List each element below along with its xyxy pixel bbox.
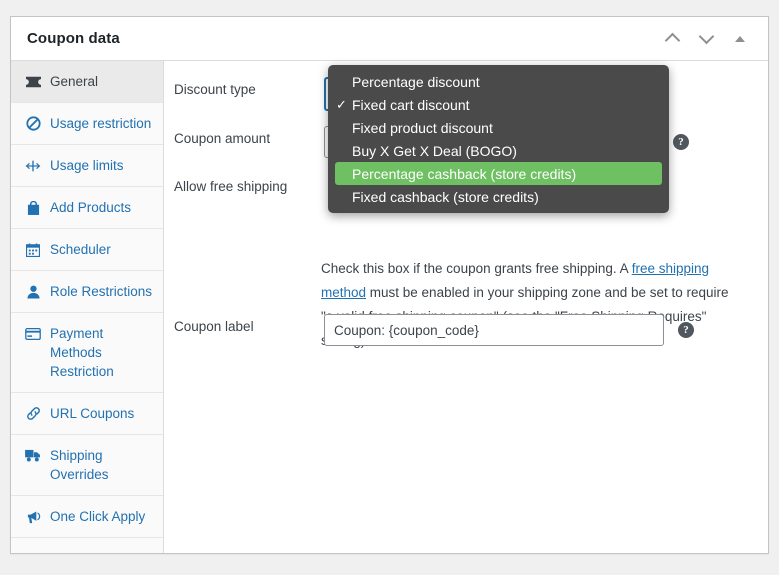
move-down-icon[interactable] — [694, 27, 718, 51]
discount-type-label: Discount type — [174, 82, 256, 97]
coupon-label-input[interactable] — [324, 314, 664, 346]
move-up-icon[interactable] — [660, 27, 684, 51]
allow-free-shipping-row: Allow free shipping — [174, 174, 324, 196]
sidebar-item-one-click-apply[interactable]: One Click Apply — [11, 496, 163, 538]
dropdown-option-label: Fixed cashback (store credits) — [352, 188, 539, 205]
sidebar-item-label: Shipping Overrides — [50, 448, 109, 482]
coupon-data-tabs: General Usage restriction Usage limits A… — [11, 61, 164, 553]
coupon-amount-label: Coupon amount — [174, 131, 271, 146]
allow-free-shipping-label: Allow free shipping — [174, 179, 288, 194]
link-icon — [25, 404, 41, 423]
toggle-panel-icon[interactable] — [728, 27, 752, 51]
card-icon — [25, 324, 41, 343]
limits-icon — [25, 156, 41, 175]
page-title: Coupon data — [27, 30, 120, 47]
dropdown-option-label: Fixed product discount — [352, 119, 493, 136]
discount-type-dropdown-menu[interactable]: Percentage discount ✓ Fixed cart discoun… — [328, 65, 669, 213]
sidebar-item-label: General — [50, 74, 99, 89]
dropdown-option[interactable]: Fixed cashback (store credits) — [328, 185, 669, 208]
ticket-icon — [25, 72, 41, 91]
sidebar-item-general[interactable]: General — [11, 61, 163, 103]
sidebar-item-label: Usage restriction — [50, 116, 152, 131]
panel-controls — [660, 27, 756, 51]
dropdown-option-highlighted[interactable]: Percentage cashback (store credits) — [335, 162, 662, 185]
dropdown-option[interactable]: Fixed product discount — [328, 116, 669, 139]
panel-header: Coupon data — [11, 17, 768, 61]
dropdown-option-label: Percentage cashback (store credits) — [352, 165, 577, 182]
calendar-icon — [25, 240, 41, 259]
dropdown-option-label: Percentage discount — [352, 73, 480, 90]
dropdown-option[interactable]: Buy X Get X Deal (BOGO) — [328, 139, 669, 162]
sidebar-item-label: Role Restrictions — [50, 284, 153, 299]
sidebar-item-shipping-overrides[interactable]: Shipping Overrides — [11, 435, 163, 496]
sidebar-item-label: Add Products — [50, 200, 132, 215]
dropdown-option-label: Buy X Get X Deal (BOGO) — [352, 142, 517, 159]
sidebar-item-url-coupons[interactable]: URL Coupons — [11, 393, 163, 435]
sidebar-item-label: URL Coupons — [50, 406, 135, 421]
sidebar-item-role-restrictions[interactable]: Role Restrictions — [11, 271, 163, 313]
sidebar-item-usage-limits[interactable]: Usage limits — [11, 145, 163, 187]
no-entry-icon — [25, 114, 41, 133]
dropdown-option[interactable]: ✓ Fixed cart discount — [328, 93, 669, 116]
megaphone-icon — [25, 507, 41, 526]
sidebar-item-label: Payment Methods Restriction — [50, 326, 114, 379]
sidebar-item-payment-methods-restriction[interactable]: Payment Methods Restriction — [11, 313, 163, 393]
user-icon — [25, 282, 41, 301]
sidebar-item-usage-restriction[interactable]: Usage restriction — [11, 103, 163, 145]
coupon-data-panel: Coupon data General Usage restriction Us… — [10, 16, 769, 554]
dropdown-option[interactable]: Percentage discount — [328, 70, 669, 93]
sidebar-item-label: Scheduler — [50, 242, 111, 257]
truck-icon — [25, 446, 41, 465]
bag-icon — [25, 198, 41, 217]
coupon-amount-help-icon[interactable]: ? — [673, 134, 689, 150]
free-shipping-desc-part1: Check this box if the coupon grants free… — [321, 261, 632, 276]
sidebar-item-label: One Click Apply — [50, 509, 146, 524]
sidebar-item-add-products[interactable]: Add Products — [11, 187, 163, 229]
dropdown-option-label: Fixed cart discount — [352, 96, 470, 113]
sidebar-item-label: Usage limits — [50, 158, 124, 173]
coupon-label-label: Coupon label — [174, 319, 254, 334]
sidebar-item-scheduler[interactable]: Scheduler — [11, 229, 163, 271]
coupon-label-row: Coupon label ? — [174, 314, 694, 346]
dropdown-check-icon: ✓ — [336, 96, 347, 112]
coupon-label-help-icon[interactable]: ? — [678, 322, 694, 338]
